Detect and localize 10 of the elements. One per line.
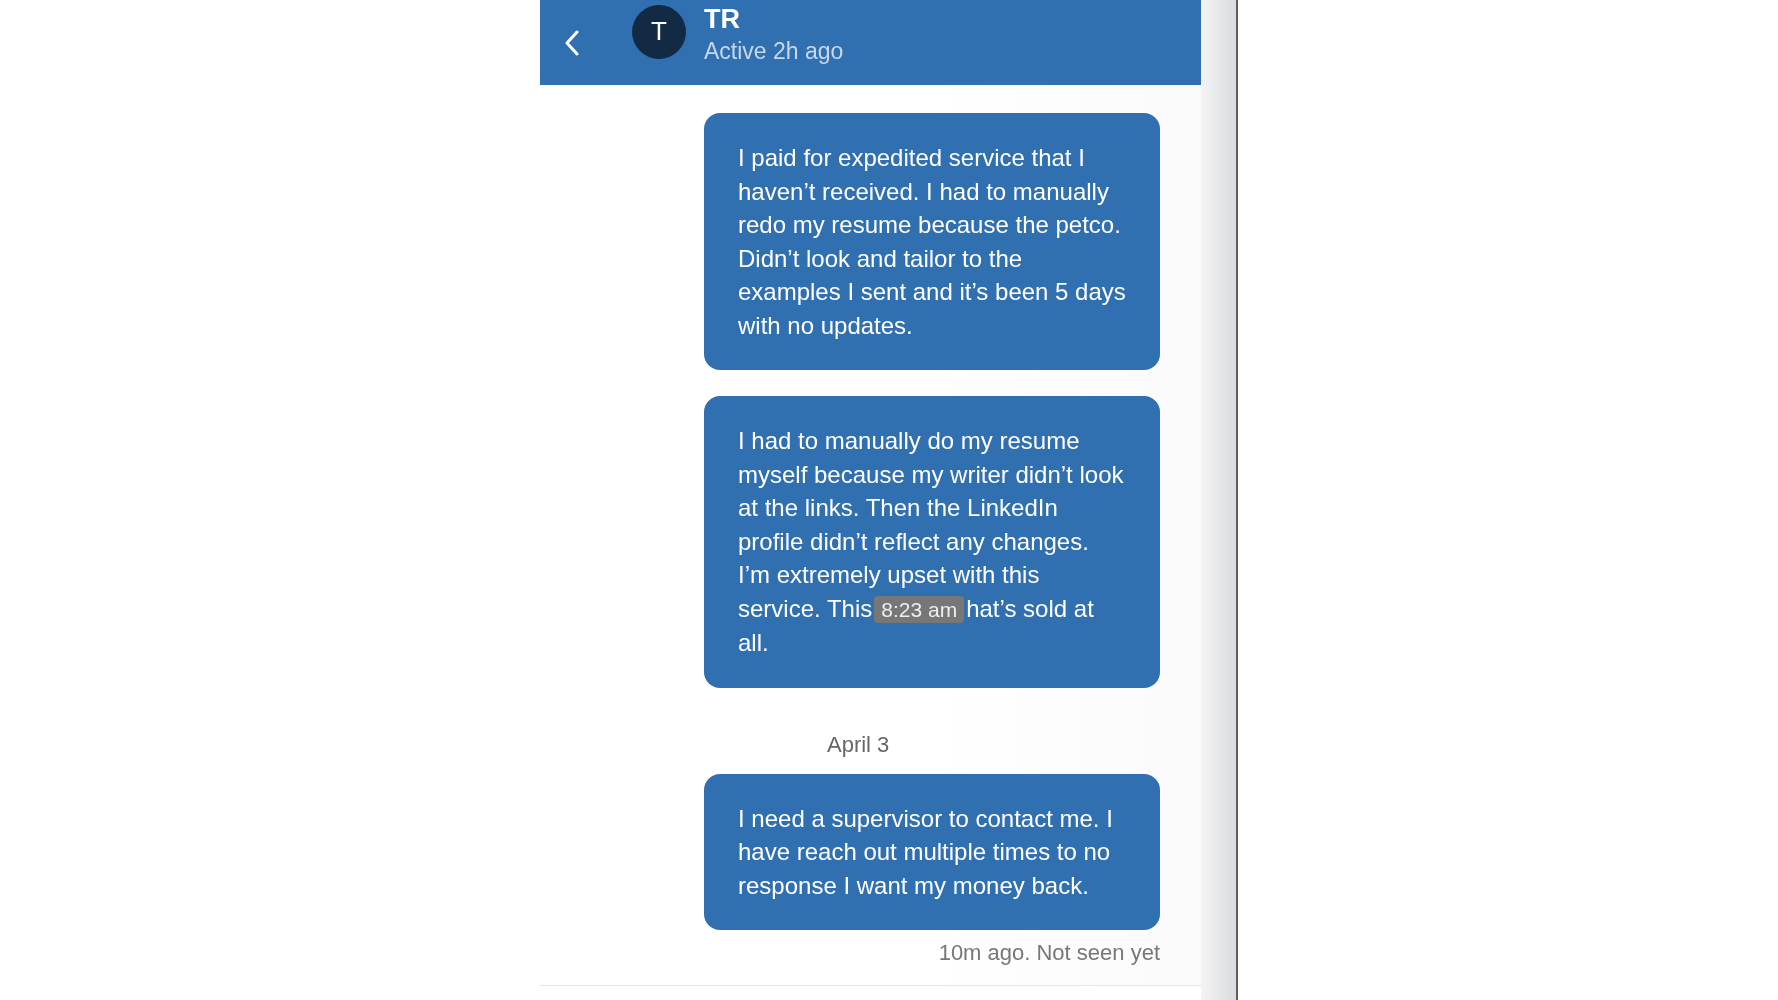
active-status: Active 2h ago (704, 36, 844, 66)
message-bubble: I need a supervisor to contact me. I have reach out multiple times to no response I want my money back. (704, 773, 1160, 930)
avatar: T (632, 4, 686, 59)
seen-status: 10m ago. Not seen yet (938, 940, 1160, 966)
back-icon[interactable] (564, 29, 580, 56)
contact-name: TR (704, 2, 741, 35)
message-bubble: I had to manually do my resume myself because my writer didn’t look at the links. Then the LinkedIn profile didn’t reflect any changes. I’m extremely upset with this service. This 8:23 am hat’s sold at all. (704, 396, 1160, 688)
timestamp-tooltip: 8:23 am (874, 595, 965, 623)
message-bubble: I paid for expedited service that I haven’t received. I had to manually redo my resume because the petco. Didn’t look and tailor to the examples I sent and it’s been 5 days with no updates. (704, 113, 1160, 370)
date-separator: April 3 (827, 731, 890, 758)
